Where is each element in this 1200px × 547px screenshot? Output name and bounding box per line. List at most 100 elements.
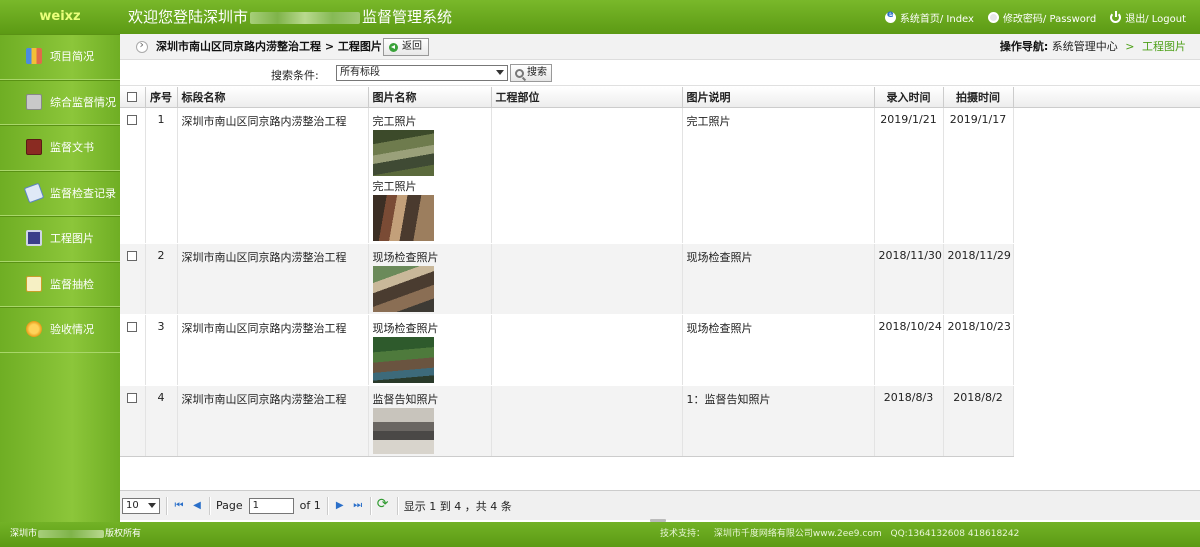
sidebar-item-project-overview[interactable]: 项目简况 [0, 34, 120, 80]
sidebar-item-supervision-summary[interactable]: 综合监督情况 [0, 80, 120, 125]
pagination-bar: 10 ⏮ ◀ Page 1 of 1 ▶ ⏭ 显示 1 到 4 ，共 4 条 [120, 490, 1200, 520]
table-row[interactable]: 3 深圳市南山区同京路内涝整治工程 现场检查照片 现场检查照片 2018/10/… [120, 314, 1014, 386]
shot-date: 2018/8/2 [943, 385, 1014, 457]
support-qq: QQ:1364132608 418618242 [890, 529, 1020, 539]
photo-description: 现场检查照片 [682, 314, 875, 386]
nav-current: 工程图片 [1142, 40, 1186, 53]
table-row[interactable]: 2 深圳市南山区同京路内涝整治工程 现场检查照片 现场检查照片 2018/11/… [120, 243, 1014, 315]
table-row[interactable]: 1 深圳市南山区同京路内涝整治工程 完工照片 完工照片 完工照片 2019/1/… [120, 107, 1014, 244]
chevron-right-icon [136, 38, 148, 53]
column-header[interactable]: 序号 [145, 87, 178, 108]
entry-date: 2018/8/3 [874, 385, 944, 457]
divider [326, 496, 328, 515]
column-header[interactable]: 图片名称 [368, 87, 492, 108]
section-select[interactable]: 所有标段 [336, 65, 508, 81]
chart-book-icon [26, 48, 42, 65]
back-button[interactable]: 返回 [383, 38, 429, 56]
note-icon [26, 275, 42, 292]
photo-description: 现场检查照片 [682, 243, 875, 315]
ie-icon [884, 9, 896, 23]
select-all-checkbox[interactable] [127, 92, 138, 103]
row-number: 2 [145, 243, 178, 315]
footer: 深圳市 版权所有 技术支持： 深圳市千度网络有限公司www.2ee9.com QQ… [0, 522, 1200, 547]
first-page-icon[interactable]: ⏮ [173, 500, 185, 511]
page-count: of 1 [299, 499, 321, 512]
shot-date: 2018/11/29 [943, 243, 1014, 315]
photo-description: 1：监督告知照片 [682, 385, 875, 457]
tech-support: 技术支持： 深圳市千度网络有限公司www.2ee9.com QQ:1364132… [660, 529, 1020, 539]
divider [369, 496, 371, 515]
page-number-input[interactable]: 1 [248, 497, 294, 514]
nav-root-link[interactable]: 系统管理中心 [1052, 40, 1118, 53]
top-bar: weixz 欢迎您登陆深圳市监督管理系统 系统首页/ Index 修改密码/ P… [0, 0, 1200, 34]
section-name: 深圳市南山区同京路内涝整治工程 [177, 385, 369, 457]
redacted-text [38, 529, 105, 538]
prev-page-icon[interactable]: ◀ [191, 500, 203, 511]
shot-date: 2018/10/23 [943, 314, 1014, 386]
row-checkbox[interactable] [127, 250, 138, 261]
page-label: Page [216, 499, 243, 512]
section-name: 深圳市南山区同京路内涝整治工程 [177, 314, 369, 386]
sidebar-item-acceptance[interactable]: 验收情况 [0, 307, 120, 353]
sidebar: 项目简况 综合监督情况 监督文书 监督检查记录 工程图片 监督抽检 验收情况 [0, 34, 120, 522]
page-size-select[interactable]: 10 [122, 497, 160, 514]
row-number: 4 [145, 385, 178, 457]
section-name: 深圳市南山区同京路内涝整治工程 [177, 243, 369, 315]
row-number: 3 [145, 314, 178, 386]
divider [396, 496, 398, 515]
column-header[interactable]: 工程部位 [491, 87, 683, 108]
photo-name: 监督告知照片 [372, 392, 439, 406]
entry-date: 2018/11/30 [874, 243, 944, 315]
photo-name: 完工照片 [372, 114, 417, 128]
column-header[interactable]: 录入时间 [874, 87, 944, 108]
breadcrumb: 深圳市南山区同京路内涝整治工程 > 工程图片 [156, 40, 382, 53]
book-icon [26, 139, 42, 156]
support-company: 深圳市千度网络有限公司www.2ee9.com [713, 529, 882, 539]
sidebar-item-spot-checks[interactable]: 监督抽检 [0, 262, 120, 307]
photo-thumbnail[interactable] [372, 194, 434, 241]
operation-nav: 操作导航: 系统管理中心 > 工程图片 [999, 40, 1186, 53]
project-part [491, 107, 683, 244]
last-page-icon[interactable]: ⏭ [352, 500, 364, 511]
column-header[interactable]: 标段名称 [177, 87, 369, 108]
arrow-left-icon [389, 42, 398, 52]
photo-thumbnail[interactable] [372, 336, 434, 383]
entry-date: 2019/1/21 [874, 107, 944, 244]
change-password-link[interactable]: 修改密码/ Password [987, 10, 1096, 25]
search-button[interactable]: 搜索 [510, 64, 552, 82]
sidebar-item-project-photos[interactable]: 工程图片 [0, 216, 120, 262]
column-header[interactable]: 拍摄时间 [943, 87, 1014, 108]
project-part [491, 243, 683, 315]
divider [209, 496, 210, 515]
section-name: 深圳市南山区同京路内涝整治工程 [177, 107, 369, 244]
home-link[interactable]: 系统首页/ Index [884, 9, 974, 25]
row-checkbox[interactable] [127, 321, 138, 332]
calculator-icon [26, 93, 42, 110]
photo-table: 序号 标段名称 图片名称 工程部位 图片说明 录入时间 拍摄时间 1 深圳市南山… [120, 87, 1014, 457]
entry-date: 2018/10/24 [874, 314, 944, 386]
table-row[interactable]: 4 深圳市南山区同京路内涝整治工程 监督告知照片 1：监督告知照片 2018/8… [120, 385, 1014, 457]
power-icon [1110, 10, 1122, 23]
photo-thumbnail[interactable] [372, 129, 434, 176]
photo-thumbnail[interactable] [372, 407, 434, 454]
row-checkbox[interactable] [127, 392, 138, 403]
brand-logo: weixz [39, 9, 81, 24]
sidebar-item-inspection-records[interactable]: 监督检查记录 [0, 171, 120, 216]
photo-thumbnail[interactable] [372, 265, 434, 312]
table-header-filler [1013, 87, 1200, 108]
table-header-row: 序号 标段名称 图片名称 工程部位 图片说明 录入时间 拍摄时间 [120, 87, 1014, 108]
next-page-icon[interactable]: ▶ [334, 500, 346, 511]
refresh-icon[interactable] [377, 496, 391, 512]
copyright: 深圳市 版权所有 [10, 529, 142, 539]
project-part [491, 385, 683, 457]
logout-link[interactable]: 退出/ Logout [1110, 10, 1186, 25]
row-number: 1 [145, 107, 178, 244]
search-icon [515, 68, 524, 78]
pen-icon [23, 182, 45, 204]
row-checkbox[interactable] [127, 114, 138, 125]
page-summary: 显示 1 到 4 ，共 4 条 [403, 499, 512, 513]
sidebar-item-supervision-documents[interactable]: 监督文书 [0, 125, 120, 171]
photo-name: 完工照片 [372, 179, 417, 193]
photo-name: 现场检查照片 [372, 250, 439, 264]
column-header[interactable]: 图片说明 [682, 87, 875, 108]
